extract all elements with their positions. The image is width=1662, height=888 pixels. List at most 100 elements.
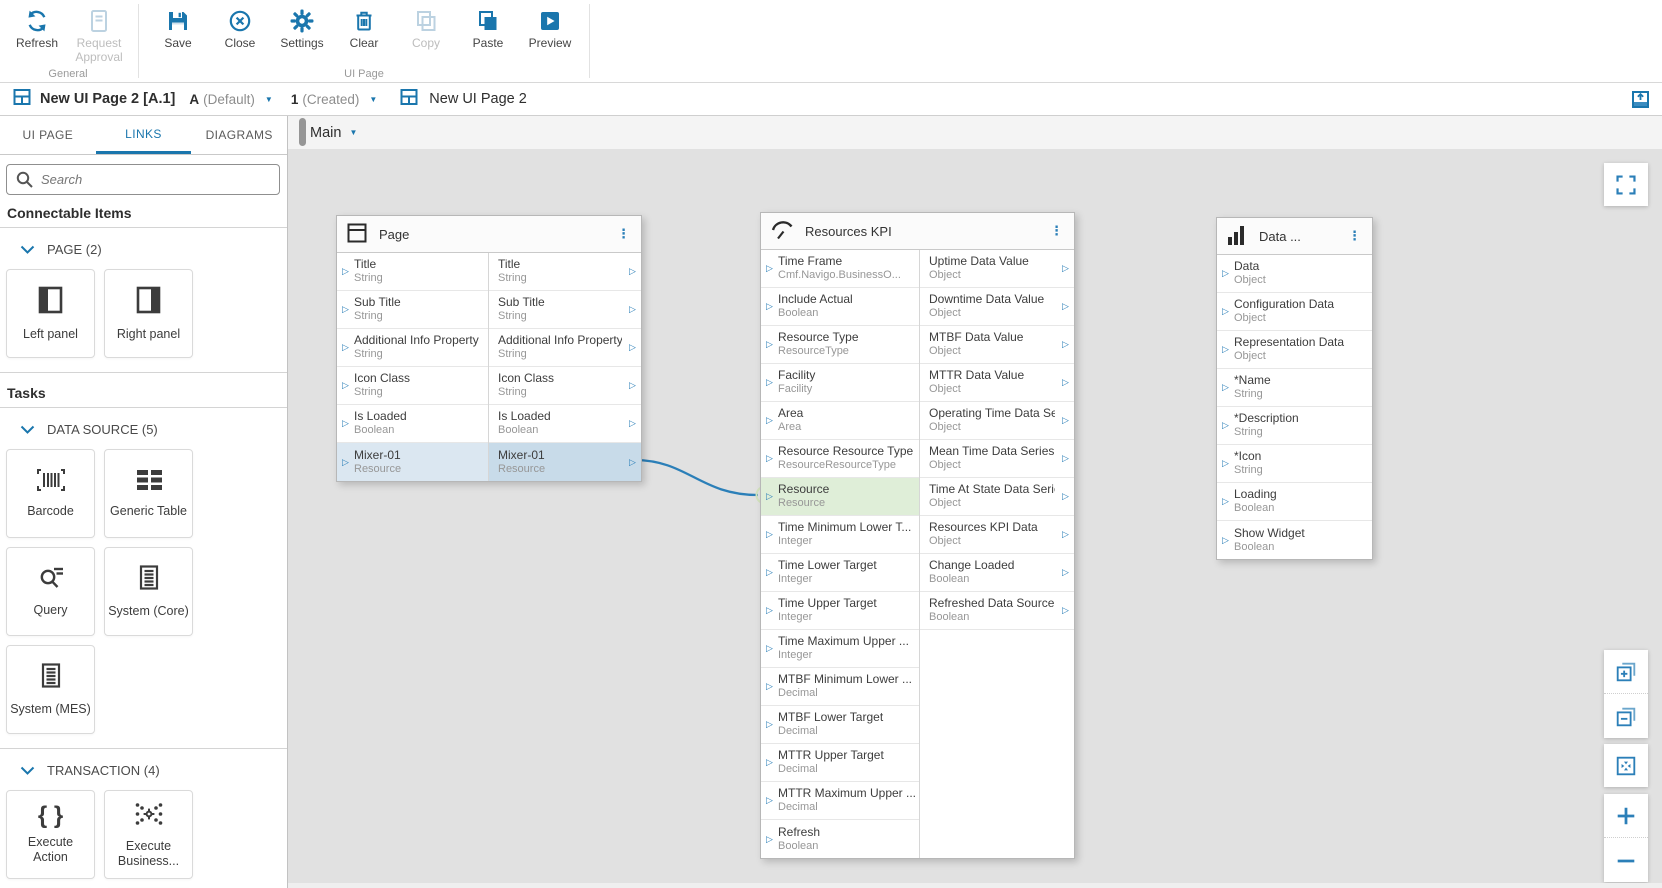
port-row[interactable]: Resources KPI DataObject▷ <box>920 516 1074 554</box>
request-approval-button[interactable]: Request Approval <box>68 4 130 65</box>
save-button[interactable]: Save <box>147 4 209 51</box>
port-row[interactable]: ▷RefreshBoolean <box>761 820 919 858</box>
horizontal-scrollbar[interactable] <box>288 883 1662 888</box>
port-row[interactable]: ▷Representation DataObject <box>1217 331 1372 369</box>
port-row[interactable]: ▷Time FrameCmf.Navigo.BusinessO... <box>761 250 919 288</box>
tab-ui-page[interactable]: UI PAGE <box>0 116 96 154</box>
output-port-icon[interactable]: ▷ <box>1057 605 1074 616</box>
input-port-icon[interactable]: ▷ <box>761 491 778 502</box>
diagram-canvas[interactable]: Main ▼ Page ⋮ ▷TitleString ▷Sub T <box>288 116 1662 888</box>
preview-button[interactable]: Preview <box>519 4 581 51</box>
view-dropdown-caret[interactable]: ▼ <box>349 128 357 137</box>
input-port-icon[interactable]: ▷ <box>761 453 778 464</box>
paste-button[interactable]: Paste <box>457 4 519 51</box>
section-transaction[interactable]: TRANSACTION (4) <box>0 749 287 788</box>
vertical-scrollbar-thumb[interactable] <box>299 118 306 146</box>
output-port-icon[interactable]: ▷ <box>1057 529 1074 540</box>
tab-diagrams[interactable]: DIAGRAMS <box>191 116 287 154</box>
port-row[interactable]: Icon ClassString▷ <box>489 367 641 405</box>
port-row[interactable]: Refreshed Data SourceBoolean▷ <box>920 592 1074 630</box>
port-row[interactable]: ▷MTTR Maximum Upper ...Decimal <box>761 782 919 820</box>
output-port-icon[interactable]: ▷ <box>624 342 641 353</box>
output-port-icon[interactable]: ▷ <box>1057 263 1074 274</box>
input-port-icon[interactable]: ▷ <box>761 757 778 768</box>
fit-to-screen-button[interactable] <box>1604 744 1648 787</box>
input-port-icon[interactable]: ▷ <box>761 377 778 388</box>
output-port-icon[interactable]: ▷ <box>624 266 641 277</box>
version-dropdown-caret[interactable]: ▼ <box>265 95 273 104</box>
item-right-panel[interactable]: Right panel <box>104 269 193 358</box>
port-row-mixer01-out[interactable]: Mixer-01Resource▷ <box>489 443 641 481</box>
node-data[interactable]: Data ... ⋮ ▷DataObject ▷Configuration Da… <box>1216 217 1373 560</box>
section-page[interactable]: PAGE (2) <box>0 228 287 267</box>
input-port-icon[interactable]: ▷ <box>1217 306 1234 317</box>
port-row[interactable]: ▷Sub TitleString <box>337 291 488 329</box>
output-port-icon[interactable]: ▷ <box>1057 339 1074 350</box>
input-port-icon[interactable]: ▷ <box>761 339 778 350</box>
port-row[interactable]: Operating Time Data SeriesObject▷ <box>920 402 1074 440</box>
input-port-icon[interactable]: ▷ <box>761 795 778 806</box>
port-row-resource[interactable]: ▷ResourceResource <box>761 478 919 516</box>
settings-button[interactable]: Settings <box>271 4 333 51</box>
input-port-icon[interactable]: ▷ <box>1217 420 1234 431</box>
port-row[interactable]: ▷Additional Info PropertyString <box>337 329 488 367</box>
output-port-icon[interactable]: ▷ <box>624 304 641 315</box>
input-port-icon[interactable]: ▷ <box>1217 344 1234 355</box>
node-header[interactable]: Page ⋮ <box>337 216 641 253</box>
port-row[interactable]: ▷*IconString <box>1217 445 1372 483</box>
port-row[interactable]: Sub TitleString▷ <box>489 291 641 329</box>
port-row[interactable]: Downtime Data ValueObject▷ <box>920 288 1074 326</box>
port-row[interactable]: ▷*NameString <box>1217 369 1372 407</box>
port-row[interactable]: ▷Time Minimum Lower T...Integer <box>761 516 919 554</box>
input-port-icon[interactable]: ▷ <box>761 719 778 730</box>
zoom-out-button[interactable] <box>1604 839 1648 882</box>
output-port-icon[interactable]: ▷ <box>624 418 641 429</box>
node-header[interactable]: Resources KPI ⋮ <box>761 213 1074 250</box>
input-port-icon[interactable]: ▷ <box>337 304 354 315</box>
item-system-core[interactable]: System (Core) <box>104 547 193 636</box>
input-port-icon[interactable]: ▷ <box>761 415 778 426</box>
port-row[interactable]: ▷Icon ClassString <box>337 367 488 405</box>
port-row[interactable]: Time At State Data SeriesObject▷ <box>920 478 1074 516</box>
item-execute-business[interactable]: Execute Business... <box>104 790 193 879</box>
port-row[interactable]: ▷MTBF Lower TargetDecimal <box>761 706 919 744</box>
port-row[interactable]: TitleString▷ <box>489 253 641 291</box>
item-query[interactable]: Query <box>6 547 95 636</box>
kebab-menu-icon[interactable]: ⋮ <box>1346 228 1363 244</box>
port-row[interactable]: MTBF Data ValueObject▷ <box>920 326 1074 364</box>
view-selector[interactable]: Main <box>310 125 341 141</box>
port-row[interactable]: ▷DataObject <box>1217 255 1372 293</box>
node-page[interactable]: Page ⋮ ▷TitleString ▷Sub TitleString ▷Ad… <box>336 215 642 482</box>
port-row-mixer01[interactable]: ▷Mixer-01Resource <box>337 443 488 481</box>
port-row[interactable]: ▷Is LoadedBoolean <box>337 405 488 443</box>
port-row[interactable]: ▷MTBF Minimum Lower ...Decimal <box>761 668 919 706</box>
node-resources-kpi[interactable]: Resources KPI ⋮ ▷Time FrameCmf.Navigo.Bu… <box>760 212 1075 859</box>
output-port-icon[interactable]: ▷ <box>1057 453 1074 464</box>
tab-links[interactable]: LINKS <box>96 116 192 154</box>
remove-view-button[interactable] <box>1604 695 1648 738</box>
port-row[interactable]: ▷*DescriptionString <box>1217 407 1372 445</box>
input-port-icon[interactable]: ▷ <box>1217 496 1234 507</box>
port-row[interactable]: ▷LoadingBoolean <box>1217 483 1372 521</box>
collapse-ribbon-button[interactable] <box>1631 90 1650 109</box>
input-port-icon[interactable]: ▷ <box>761 301 778 312</box>
input-port-icon[interactable]: ▷ <box>337 266 354 277</box>
clear-button[interactable]: Clear <box>333 4 395 51</box>
port-row[interactable]: ▷AreaArea <box>761 402 919 440</box>
port-row[interactable]: ▷Configuration DataObject <box>1217 293 1372 331</box>
close-button[interactable]: Close <box>209 4 271 51</box>
input-port-icon[interactable]: ▷ <box>337 418 354 429</box>
port-row[interactable]: ▷Time Lower TargetInteger <box>761 554 919 592</box>
output-port-icon[interactable]: ▷ <box>1057 415 1074 426</box>
item-system-mes[interactable]: System (MES) <box>6 645 95 734</box>
section-data-source[interactable]: DATA SOURCE (5) <box>0 408 287 447</box>
input-port-icon[interactable]: ▷ <box>337 380 354 391</box>
port-row[interactable]: ▷FacilityFacility <box>761 364 919 402</box>
input-port-icon[interactable]: ▷ <box>1217 382 1234 393</box>
port-row[interactable]: ▷MTTR Upper TargetDecimal <box>761 744 919 782</box>
revision-dropdown-caret[interactable]: ▼ <box>369 95 377 104</box>
node-header[interactable]: Data ... ⋮ <box>1217 218 1372 255</box>
port-row[interactable]: ▷Time Upper TargetInteger <box>761 592 919 630</box>
input-port-icon[interactable]: ▷ <box>761 681 778 692</box>
input-port-icon[interactable]: ▷ <box>337 342 354 353</box>
